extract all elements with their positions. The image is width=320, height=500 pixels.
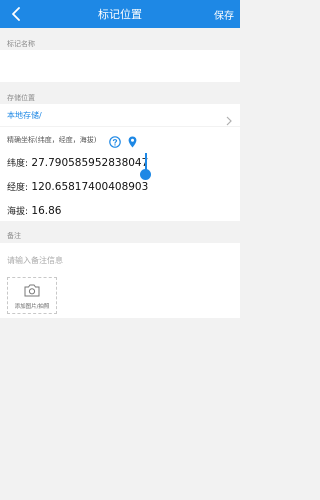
longitude-value: 120.65817400408903 (31, 181, 149, 193)
coordinates-title: 精确坐标(纬度，经度，海拔) (7, 136, 97, 144)
save-button[interactable]: 保存 (214, 0, 234, 28)
add-photo-button[interactable]: 添加图片/拍照 (7, 277, 57, 314)
header-bar: 标记位置 保存 (0, 0, 240, 28)
latitude-label: 纬度: (7, 159, 29, 169)
add-photo-label: 添加图片/拍照 (14, 304, 50, 310)
notes-input[interactable]: 请输入备注信息 (7, 255, 63, 266)
name-field-label: 标记名称 (7, 40, 35, 48)
longitude-label: 经度: (7, 183, 29, 193)
altitude-row[interactable]: 海拔: 16.86 (7, 204, 61, 217)
question-circle-icon[interactable] (109, 133, 121, 148)
latitude-row[interactable]: 纬度: 27.790585952838047 (7, 156, 148, 169)
chevron-right-icon (226, 111, 232, 126)
name-input[interactable] (0, 50, 240, 82)
altitude-label: 海拔: (7, 207, 29, 217)
longitude-row[interactable]: 经度: 120.65817400408903 (7, 180, 148, 193)
location-pin-icon[interactable] (128, 133, 137, 148)
camera-icon (24, 282, 40, 297)
notes-label: 备注 (7, 232, 21, 240)
altitude-value: 16.86 (31, 205, 62, 217)
latitude-value: 27.790585952838047 (31, 157, 149, 169)
page-title: 标记位置 (98, 8, 142, 21)
storage-value: 本地存储/ (7, 111, 42, 120)
storage-label: 存储位置 (7, 94, 35, 102)
cursor-handle[interactable] (140, 169, 151, 180)
